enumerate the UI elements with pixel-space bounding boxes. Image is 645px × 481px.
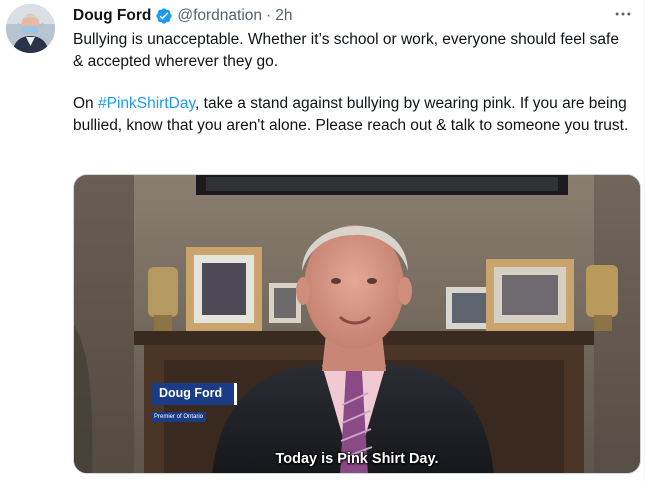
tweet: Doug Ford @fordnation · 2h Bullying is u… xyxy=(0,0,645,481)
tweet-paragraph-2: On #PinkShirtDay, take a stand against b… xyxy=(73,93,633,136)
tweet-text: Bullying is unacceptable. Whether it’s s… xyxy=(73,29,633,136)
lower-third: Doug Ford Premier of Ontario xyxy=(151,383,237,423)
hashtag-link[interactable]: #PinkShirtDay xyxy=(98,95,195,112)
lower-third-name: Doug Ford xyxy=(151,383,237,405)
video-caption: Today is Pink Shirt Day. xyxy=(275,451,439,467)
tweet-header: Doug Ford @fordnation · 2h xyxy=(73,6,292,26)
tweet-paragraph-1: Bullying is unacceptable. Whether it’s s… xyxy=(73,31,619,70)
more-horizontal-icon[interactable] xyxy=(612,4,634,24)
lower-third-title: Premier of Ontario xyxy=(151,412,207,422)
author-handle[interactable]: @fordnation xyxy=(177,6,262,26)
avatar-image xyxy=(6,4,55,53)
tweet-timestamp[interactable]: 2h xyxy=(275,6,292,26)
author-name[interactable]: Doug Ford xyxy=(73,6,151,26)
video-frame xyxy=(74,175,640,473)
header-separator: · xyxy=(266,7,272,24)
paragraph-2-prefix: On xyxy=(73,95,98,112)
avatar[interactable] xyxy=(6,4,55,53)
verified-badge-icon xyxy=(155,7,173,25)
video-player[interactable]: Doug Ford Premier of Ontario Today is Pi… xyxy=(73,174,641,474)
